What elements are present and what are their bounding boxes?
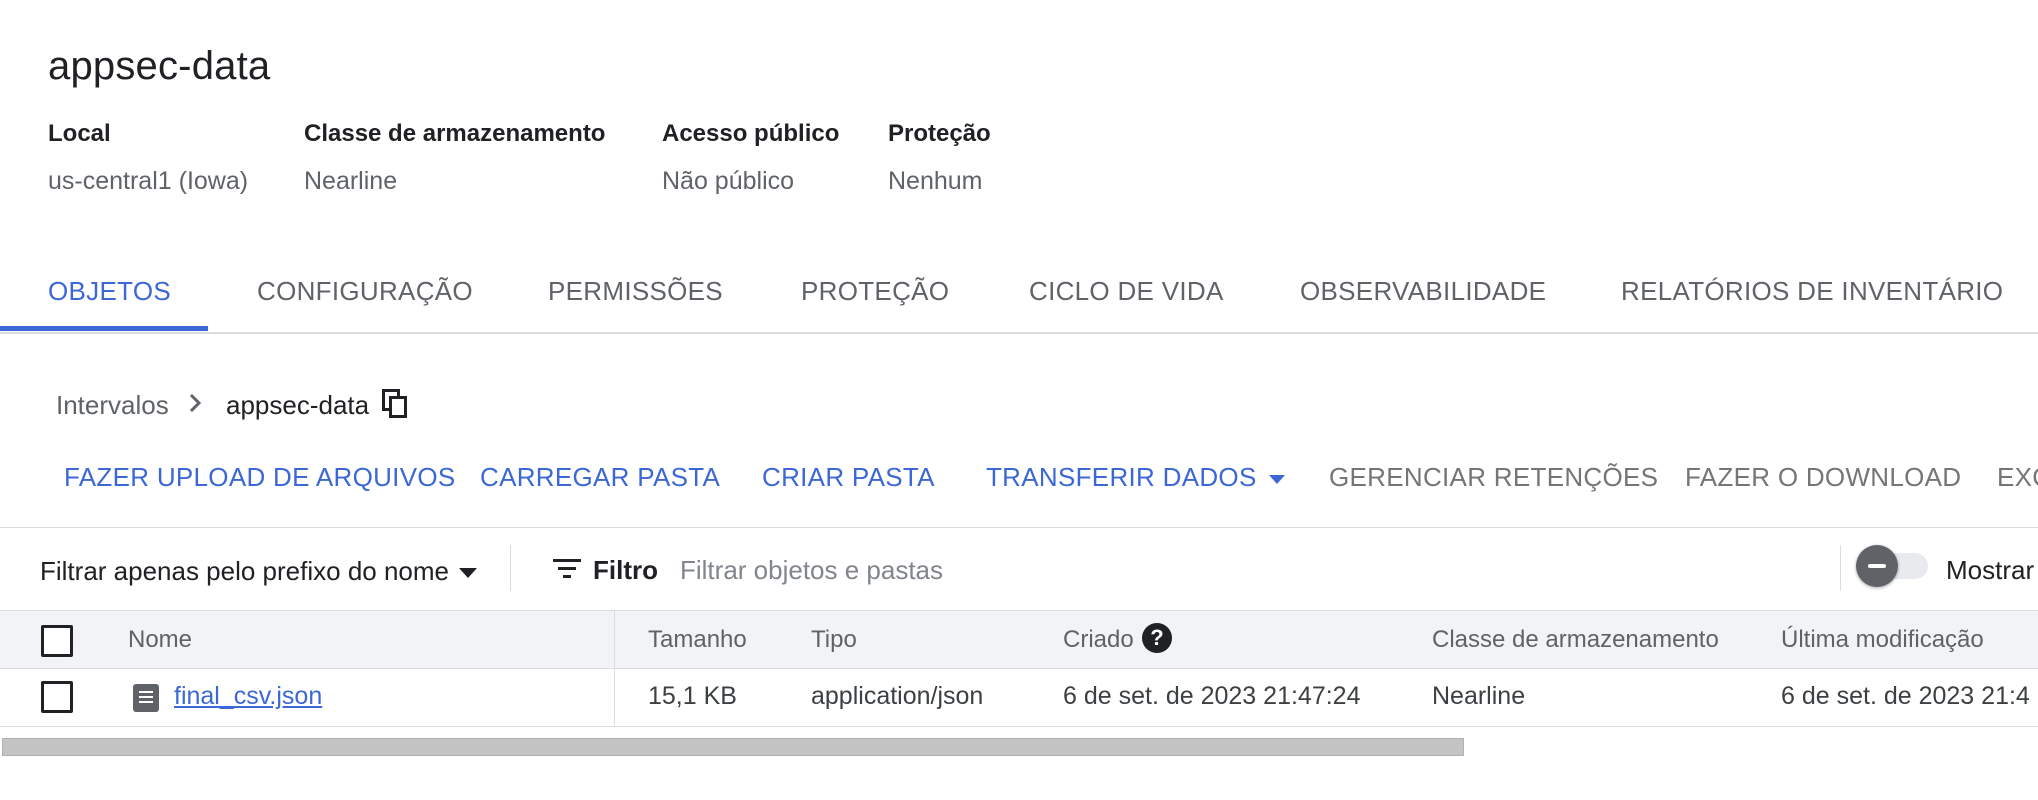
- tab-bar: OBJETOS CONFIGURAÇÃO PERMISSÕES PROTEÇÃO…: [0, 266, 2038, 334]
- tab-protection[interactable]: PROTEÇÃO: [801, 276, 949, 307]
- select-all-checkbox[interactable]: [41, 625, 73, 657]
- cell-storage-class: Nearline: [1432, 682, 1526, 710]
- meta-label-protection: Proteção: [888, 120, 991, 147]
- filter-label: Filtro: [593, 555, 658, 585]
- upload-files-button[interactable]: FAZER UPLOAD DE ARQUIVOS: [64, 462, 456, 493]
- column-header-created[interactable]: Criado: [1063, 626, 1134, 654]
- tab-observability[interactable]: OBSERVABILIDADE: [1300, 276, 1546, 307]
- tab-permissions[interactable]: PERMISSÕES: [548, 276, 723, 307]
- column-header-name[interactable]: Nome: [128, 626, 192, 654]
- create-folder-button[interactable]: CRIAR PASTA: [762, 462, 935, 493]
- meta-label-location: Local: [48, 120, 111, 147]
- chevron-right-icon: [189, 393, 202, 413]
- meta-value-storage-class: Nearline: [304, 167, 398, 195]
- cell-last-modified: 6 de set. de 2023 21:4: [1781, 682, 2030, 710]
- prefix-filter-select[interactable]: Filtrar apenas pelo prefixo do nome: [40, 556, 478, 587]
- tab-inventory-reports[interactable]: RELATÓRIOS DE INVENTÁRIO: [1621, 276, 2003, 307]
- divider: [1840, 545, 1841, 591]
- prefix-filter-label: Filtrar apenas pelo prefixo do nome: [40, 556, 450, 586]
- column-header-type[interactable]: Tipo: [811, 626, 857, 654]
- delete-button[interactable]: EXC: [1997, 462, 2038, 493]
- meta-label-storage-class: Classe de armazenamento: [304, 120, 606, 147]
- show-toggle-label: Mostrar: [1946, 555, 2035, 585]
- help-icon[interactable]: ?: [1142, 623, 1172, 653]
- copy-icon[interactable]: [382, 389, 408, 419]
- file-name-link[interactable]: final_csv.json: [174, 682, 322, 711]
- download-button[interactable]: FAZER O DOWNLOAD: [1685, 462, 1961, 493]
- breadcrumb-root[interactable]: Intervalos: [56, 390, 169, 421]
- cell-created: 6 de set. de 2023 21:47:24: [1063, 682, 1361, 710]
- bucket-title: appsec-data: [48, 44, 271, 88]
- filter-input[interactable]: [678, 548, 1782, 592]
- tab-objects[interactable]: OBJETOS: [48, 276, 171, 307]
- file-icon: [133, 684, 159, 712]
- column-header-storage-class[interactable]: Classe de armazenamento: [1432, 626, 1719, 654]
- cell-type: application/json: [811, 682, 984, 710]
- meta-value-public-access: Não público: [662, 167, 795, 195]
- column-header-size[interactable]: Tamanho: [648, 626, 747, 654]
- table-header: [0, 610, 2038, 669]
- cell-size: 15,1 KB: [648, 682, 737, 710]
- horizontal-scrollbar[interactable]: [2, 738, 1464, 756]
- upload-folder-button[interactable]: CARREGAR PASTA: [480, 462, 720, 493]
- meta-value-location: us-central1 (Iowa): [48, 167, 249, 195]
- tab-configuration[interactable]: CONFIGURAÇÃO: [257, 276, 473, 307]
- breadcrumb-current: appsec-data: [226, 390, 370, 420]
- transfer-data-button[interactable]: TRANSFERIR DADOS: [986, 462, 1285, 493]
- meta-value-protection: Nenhum: [888, 167, 983, 195]
- transfer-data-label: TRANSFERIR DADOS: [986, 462, 1257, 492]
- meta-label-public-access: Acesso público: [662, 120, 840, 147]
- caret-down-icon: [459, 568, 478, 579]
- toggle-knob[interactable]: [1856, 545, 1898, 587]
- divider: [510, 545, 511, 591]
- manage-holds-button[interactable]: GERENCIAR RETENÇÕES: [1329, 462, 1658, 493]
- caret-down-icon: [1268, 474, 1285, 484]
- active-tab-indicator: [0, 326, 208, 331]
- row-checkbox[interactable]: [41, 681, 73, 713]
- filter-icon[interactable]: [553, 557, 581, 581]
- column-header-last-modified[interactable]: Última modificação: [1781, 626, 1984, 654]
- tab-lifecycle[interactable]: CICLO DE VIDA: [1029, 276, 1224, 307]
